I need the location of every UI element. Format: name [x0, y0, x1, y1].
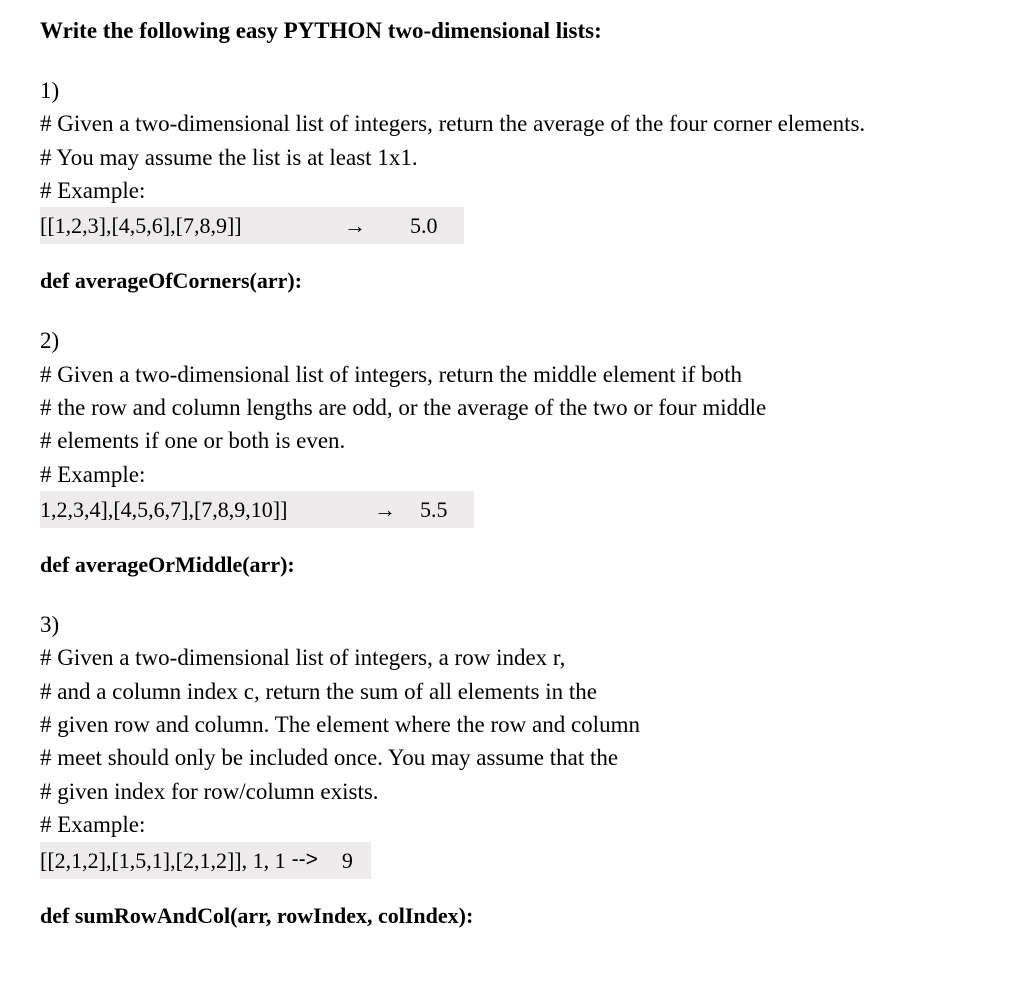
function-def: def averageOrMiddle(arr):	[40, 552, 984, 578]
example-input: 1,2,3,4],[4,5,6,7],[7,8,9,10]]	[40, 493, 360, 526]
comment-line: # Example:	[40, 458, 984, 491]
problem-number: 1)	[40, 74, 984, 107]
comment-line: # meet should only be included once. You…	[40, 741, 984, 774]
function-def: def averageOfCorners(arr):	[40, 268, 984, 294]
comment-line: # Example:	[40, 174, 984, 207]
problem-3: 3) # Given a two-dimensional list of int…	[40, 608, 984, 928]
example-row: [[1,2,3],[4,5,6],[7,8,9]] → 5.0	[40, 207, 464, 244]
comment-line: # Example:	[40, 808, 984, 841]
comment-line: # the row and column lengths are odd, or…	[40, 391, 984, 424]
problem-number: 2)	[40, 324, 984, 357]
example-input: [[2,1,2],[1,5,1],[2,1,2]], 1, 1	[40, 844, 286, 877]
example-input: [[1,2,3],[4,5,6],[7,8,9]]	[40, 209, 320, 242]
comment-line: # Given a two-dimensional list of intege…	[40, 107, 984, 140]
example-output: 5.5	[410, 493, 468, 526]
page-title: Write the following easy PYTHON two-dime…	[40, 18, 984, 44]
comment-line: # and a column index c, return the sum o…	[40, 675, 984, 708]
arrow-icon: -->	[286, 844, 324, 876]
function-def: def sumRowAndCol(arr, rowIndex, colIndex…	[40, 903, 984, 929]
problem-number: 3)	[40, 608, 984, 641]
example-output: 9	[324, 844, 365, 877]
example-row: [[2,1,2],[1,5,1],[2,1,2]], 1, 1 --> 9	[40, 842, 371, 879]
comment-line: # Given a two-dimensional list of intege…	[40, 641, 984, 674]
example-output: 5.0	[390, 209, 458, 242]
arrow-icon: →	[360, 493, 410, 526]
comment-line: # You may assume the list is at least 1x…	[40, 141, 984, 174]
comment-line: # given index for row/column exists.	[40, 775, 984, 808]
arrow-icon: →	[320, 209, 390, 242]
comment-line: # given row and column. The element wher…	[40, 708, 984, 741]
comment-line: # elements if one or both is even.	[40, 424, 984, 457]
problem-2: 2) # Given a two-dimensional list of int…	[40, 324, 984, 578]
comment-line: # Given a two-dimensional list of intege…	[40, 358, 984, 391]
example-row: 1,2,3,4],[4,5,6,7],[7,8,9,10]] → 5.5	[40, 491, 474, 528]
problem-1: 1) # Given a two-dimensional list of int…	[40, 74, 984, 294]
